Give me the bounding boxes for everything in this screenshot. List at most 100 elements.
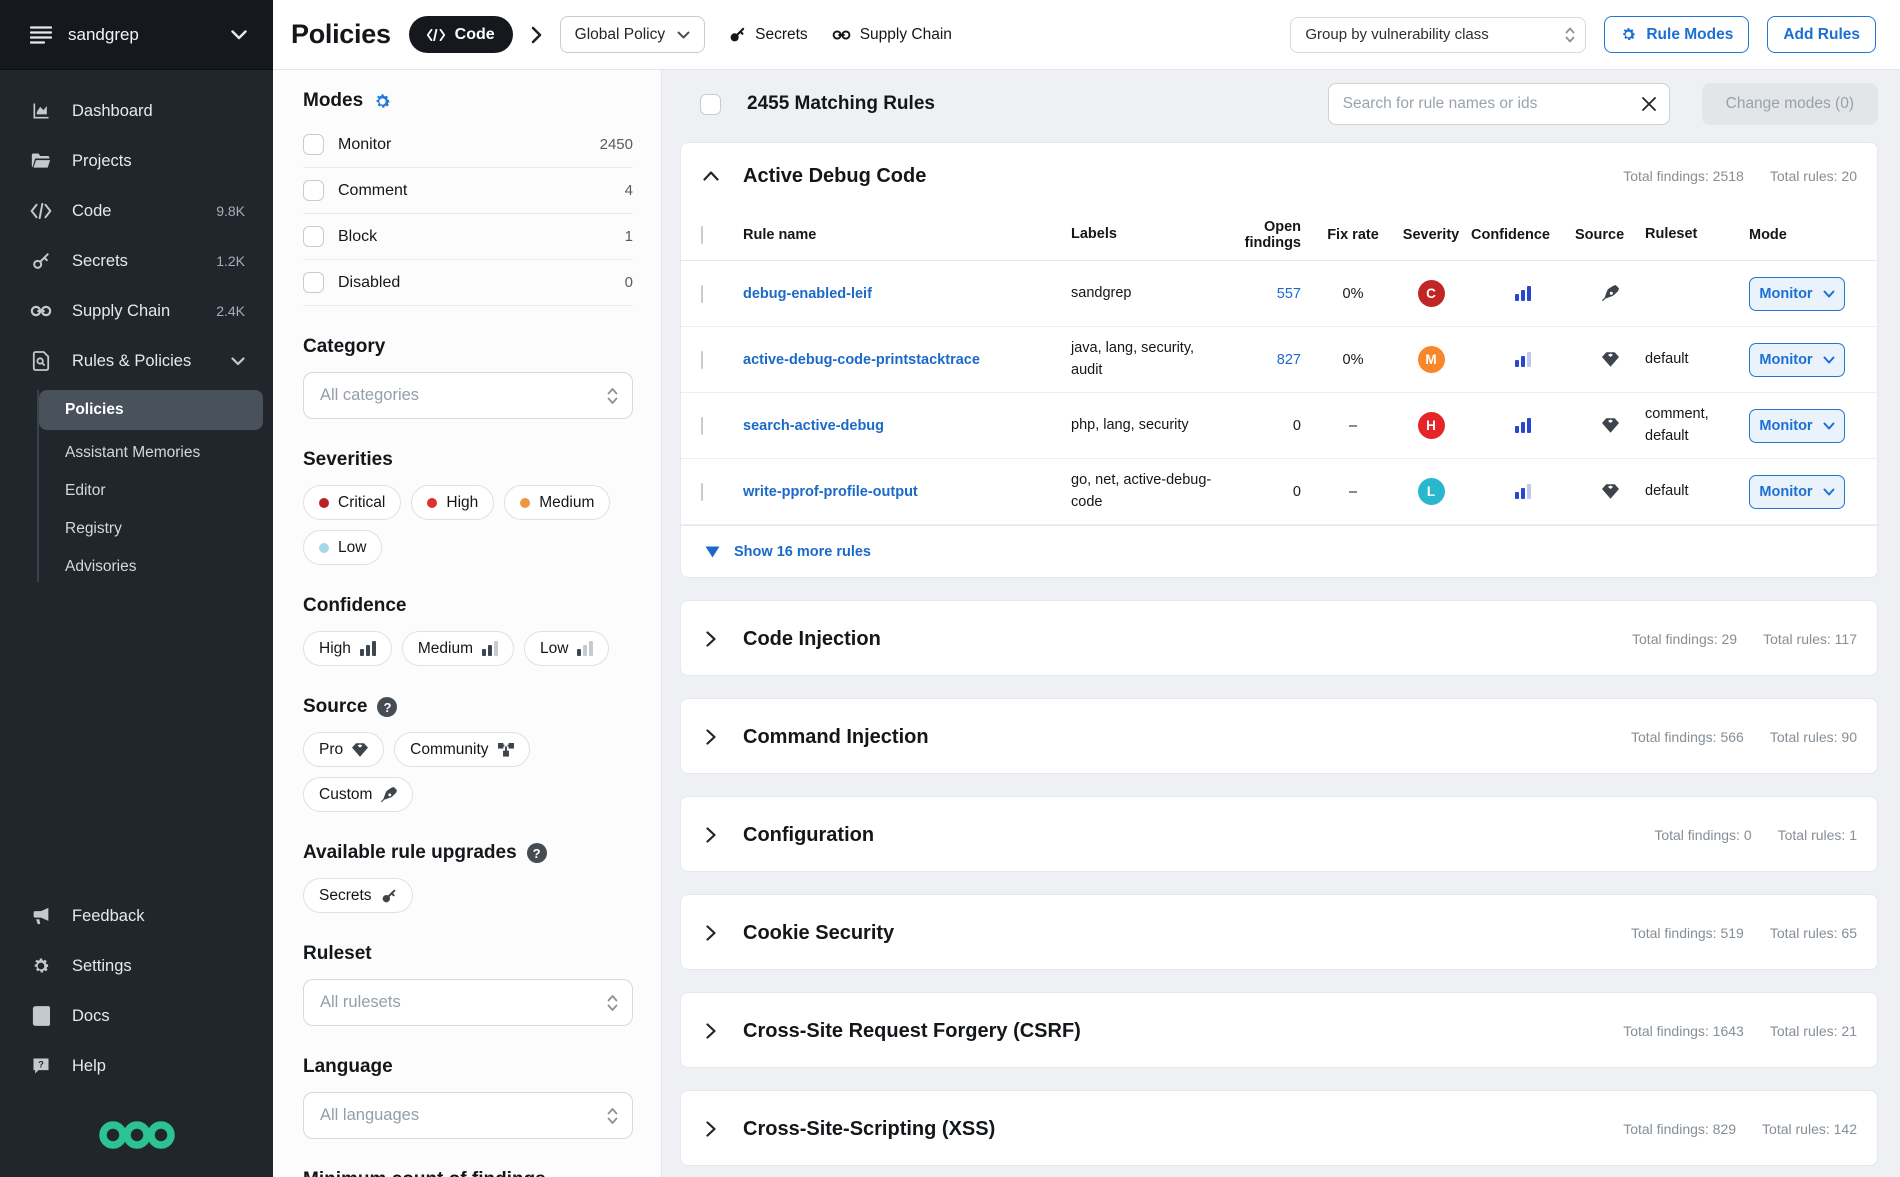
language-section-title: Language xyxy=(303,1056,633,1078)
tab-code[interactable]: Code xyxy=(409,16,513,53)
group-total-findings: Total findings: 1643 xyxy=(1623,1023,1744,1039)
tab-supply-chain[interactable]: Supply Chain xyxy=(832,26,952,44)
rule-modes-button[interactable]: Rule Modes xyxy=(1604,16,1749,53)
severity-chip-critical[interactable]: Critical xyxy=(303,485,401,520)
rule-search-input[interactable] xyxy=(1343,95,1641,113)
group-header[interactable]: Code Injection Total findings: 29 Total … xyxy=(681,601,1877,676)
rule-name-link[interactable]: debug-enabled-leif xyxy=(743,286,872,302)
mode-filter-comment[interactable]: Comment 4 xyxy=(303,168,633,214)
add-rules-button[interactable]: Add Rules xyxy=(1767,16,1876,53)
group-header[interactable]: Command Injection Total findings: 566 To… xyxy=(681,699,1877,774)
show-more-rules-link[interactable]: Show 16 more rules xyxy=(681,525,1877,577)
sidebar-subitem-advisories[interactable]: Advisories xyxy=(0,548,273,586)
row-checkbox[interactable] xyxy=(701,483,703,501)
help-circle-icon[interactable]: ? xyxy=(527,843,547,863)
sidebar-item-settings[interactable]: Settings xyxy=(0,941,273,991)
mode-filter-block[interactable]: Block 1 xyxy=(303,214,633,260)
chevron-right-icon[interactable] xyxy=(701,827,721,843)
severity-chip-high[interactable]: High xyxy=(411,485,494,520)
sidebar-subitem-editor[interactable]: Editor xyxy=(0,472,273,510)
confidence-chip-medium[interactable]: Medium xyxy=(402,631,514,666)
rules-policies-submenu: Policies Assistant Memories Editor Regis… xyxy=(0,386,273,588)
group-header[interactable]: Cookie Security Total findings: 519 Tota… xyxy=(681,895,1877,970)
fix-rate: 0% xyxy=(1315,352,1391,368)
sidebar-item-feedback[interactable]: Feedback xyxy=(0,891,273,941)
sidebar-item-help[interactable]: ? Help xyxy=(0,1041,273,1091)
mode-select[interactable]: Monitor xyxy=(1749,343,1845,377)
rule-name-link[interactable]: write-pprof-profile-output xyxy=(743,484,918,500)
upgrade-chip-secrets[interactable]: Secrets xyxy=(303,878,413,913)
confidence-bars-icon xyxy=(1515,418,1531,433)
sidebar-item-projects[interactable]: Projects xyxy=(0,136,273,186)
clear-search-icon[interactable] xyxy=(1641,96,1657,112)
source-section-title: Source ? xyxy=(303,696,633,718)
select-all-checkbox[interactable] xyxy=(700,94,721,115)
column-header: Mode xyxy=(1749,227,1857,243)
chevron-right-icon[interactable] xyxy=(701,1023,721,1039)
checkbox[interactable] xyxy=(303,226,324,247)
open-findings-link[interactable]: 557 xyxy=(1223,286,1315,302)
group-by-select[interactable]: Group by vulnerability class xyxy=(1290,17,1586,53)
source-chip-custom[interactable]: Custom xyxy=(303,777,413,812)
sidebar-item-rules-policies[interactable]: Rules & Policies xyxy=(0,336,273,386)
link-icon xyxy=(832,29,851,41)
sidebar-item-code[interactable]: Code 9.8K xyxy=(0,186,273,236)
tab-secrets[interactable]: Secrets xyxy=(729,26,808,44)
source-chip-pro[interactable]: Pro xyxy=(303,732,384,767)
select-group-checkbox[interactable] xyxy=(701,226,703,244)
diamond-icon xyxy=(352,743,368,757)
rule-name-link[interactable]: active-debug-code-printstacktrace xyxy=(743,352,980,368)
group-header[interactable]: Cross-Site-Scripting (XSS) Total finding… xyxy=(681,1091,1877,1166)
row-checkbox[interactable] xyxy=(701,351,703,369)
help-circle-icon[interactable]: ? xyxy=(377,697,397,717)
chevron-right-icon[interactable] xyxy=(701,631,721,647)
group-header[interactable]: Active Debug Code Total findings: 2518 T… xyxy=(681,143,1877,209)
breadcrumb-chevron-icon xyxy=(531,26,542,44)
column-header: Open findings xyxy=(1223,219,1315,251)
group-header[interactable]: Configuration Total findings: 0 Total ru… xyxy=(681,797,1877,872)
language-select[interactable]: All languages xyxy=(303,1092,633,1139)
confidence-chip-high[interactable]: High xyxy=(303,631,392,666)
sidebar-subitem-registry[interactable]: Registry xyxy=(0,510,273,548)
rule-name-link[interactable]: search-active-debug xyxy=(743,418,884,434)
sidebar-item-docs[interactable]: Docs xyxy=(0,991,273,1041)
group-total-findings: Total findings: 2518 xyxy=(1623,168,1744,184)
sidebar-subitem-policies[interactable]: Policies xyxy=(39,390,263,430)
row-checkbox[interactable] xyxy=(701,285,703,303)
chevron-right-icon[interactable] xyxy=(701,925,721,941)
mode-filter-monitor[interactable]: Monitor 2450 xyxy=(303,122,633,168)
sidebar-item-supply-chain[interactable]: Supply Chain 2.4K xyxy=(0,286,273,336)
group-header[interactable]: Cross-Site Request Forgery (CSRF) Total … xyxy=(681,993,1877,1068)
tab-code-label: Code xyxy=(455,26,495,44)
chevron-right-icon[interactable] xyxy=(701,1121,721,1137)
severity-chip-medium[interactable]: Medium xyxy=(504,485,610,520)
chevron-right-icon[interactable] xyxy=(701,729,721,745)
source-chip-community[interactable]: Community xyxy=(394,732,529,767)
checkbox[interactable] xyxy=(303,180,324,201)
open-findings-link[interactable]: 827 xyxy=(1223,352,1315,368)
sidebar-item-label: Settings xyxy=(72,957,245,976)
ruleset-select[interactable]: All rulesets xyxy=(303,979,633,1026)
mode-filter-disabled[interactable]: Disabled 0 xyxy=(303,260,633,306)
rule-ruleset: default xyxy=(1645,349,1749,370)
checkbox[interactable] xyxy=(303,134,324,155)
severity-chip-low[interactable]: Low xyxy=(303,530,382,565)
mode-select[interactable]: Monitor xyxy=(1749,277,1845,311)
category-select[interactable]: All categories xyxy=(303,372,633,419)
checkbox[interactable] xyxy=(303,272,324,293)
mode-select[interactable]: Monitor xyxy=(1749,409,1845,443)
policy-select[interactable]: Global Policy xyxy=(560,16,705,53)
sidebar-item-dashboard[interactable]: Dashboard xyxy=(0,86,273,136)
column-header: Source xyxy=(1575,227,1645,243)
row-checkbox[interactable] xyxy=(701,417,703,435)
chevron-up-icon[interactable] xyxy=(701,171,721,181)
link-icon xyxy=(30,304,52,318)
confidence-chip-low[interactable]: Low xyxy=(524,631,609,666)
workspace-switcher[interactable]: sandgrep xyxy=(0,0,273,70)
gear-icon[interactable] xyxy=(373,92,392,111)
change-modes-button[interactable]: Change modes (0) xyxy=(1702,83,1878,125)
sidebar-subitem-assistant-memories[interactable]: Assistant Memories xyxy=(0,434,273,472)
hamburger-menu-icon[interactable] xyxy=(30,26,52,44)
mode-select[interactable]: Monitor xyxy=(1749,475,1845,509)
sidebar-item-secrets[interactable]: Secrets 1.2K xyxy=(0,236,273,286)
